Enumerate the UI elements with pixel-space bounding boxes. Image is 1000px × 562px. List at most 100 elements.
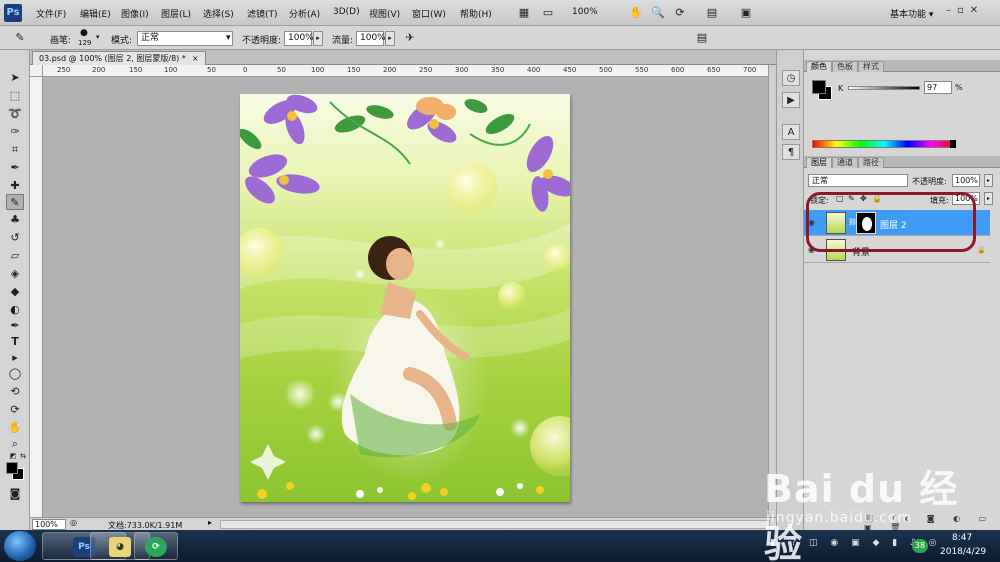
paragraph-panel-icon[interactable]: ¶ [782, 144, 800, 160]
artwork-illustration [240, 94, 570, 500]
layer-lock-icon: 🔒 [977, 246, 986, 254]
color-spectrum-bar[interactable] [812, 140, 956, 148]
type-tool-icon[interactable]: T [6, 334, 24, 350]
horizontal-scrollbar[interactable] [220, 520, 770, 529]
brush-dropdown-icon[interactable]: ▾ [96, 33, 100, 41]
menu-edit[interactable]: 编辑(E) [80, 7, 111, 20]
3d-rotate-tool-icon[interactable]: ⟲ [6, 384, 24, 400]
menu-view[interactable]: 视图(V) [369, 7, 400, 20]
move-tool-icon[interactable]: ➤ [6, 70, 24, 86]
tab-channels[interactable]: 通道 [832, 157, 858, 168]
menu-analysis[interactable]: 分析(A) [289, 7, 320, 20]
vertical-ruler[interactable] [30, 77, 43, 517]
menu-window[interactable]: 窗口(W) [412, 7, 446, 20]
opacity-slider-arrow-icon[interactable]: ▸ [984, 174, 993, 187]
menu-help[interactable]: 帮助(H) [460, 7, 492, 20]
foreground-color-swatch[interactable] [6, 462, 18, 474]
view-extras-icon[interactable]: ▭ [540, 5, 556, 21]
eraser-tool-icon[interactable]: ▱ [6, 248, 24, 264]
path-selection-tool-icon[interactable]: ▸ [6, 350, 24, 366]
menu-image[interactable]: 图像(I) [121, 7, 149, 20]
menu-layer[interactable]: 图层(L) [161, 7, 191, 20]
dodge-tool-icon[interactable]: ◐ [6, 302, 24, 318]
brush-tool-icon[interactable]: ✎ [6, 194, 24, 210]
zoom-tool-icon[interactable]: 🔍 [650, 5, 666, 21]
close-icon[interactable]: × [192, 54, 199, 63]
brush-panel-icon[interactable]: ▤ [694, 30, 710, 46]
status-info-icon[interactable]: ◎ [70, 518, 77, 527]
workspace-switcher[interactable]: 基本功能 ▾ [890, 7, 933, 20]
menu-filter[interactable]: 滤镜(T) [247, 7, 278, 20]
zoom-level-select[interactable]: 100% [572, 7, 598, 17]
pen-tool-icon[interactable]: ✒ [6, 318, 24, 334]
spectrum-black-swatch[interactable] [950, 140, 956, 148]
color-panel-foreground-swatch[interactable] [812, 80, 826, 94]
healing-brush-tool-icon[interactable]: ✚ [6, 178, 24, 194]
ruler-label: 300 [455, 66, 469, 74]
marquee-tool-icon[interactable]: ⬚ [6, 88, 24, 104]
browser-icon: ⟳ [145, 537, 167, 557]
opacity-input[interactable]: 100% [284, 31, 314, 46]
clone-stamp-tool-icon[interactable]: ♣ [6, 212, 24, 228]
k-channel-input[interactable]: 97 [924, 81, 952, 94]
status-zoom-input[interactable]: 100% [32, 519, 66, 530]
menu-3d[interactable]: 3D(D) [333, 7, 360, 17]
tray-badge[interactable]: 38 [912, 539, 928, 553]
window-controls[interactable]: –▫✕ [946, 5, 984, 16]
mode-dropdown-icon[interactable]: ▾ [226, 33, 231, 43]
eyedropper-tool-icon[interactable]: ✒ [6, 160, 24, 176]
lasso-tool-icon[interactable]: ➰ [6, 106, 24, 122]
document-tab[interactable]: 03.psd @ 100% (图层 2, 图层蒙版/8) * × [32, 51, 206, 65]
rotate-view-icon[interactable]: ⟳ [672, 5, 688, 21]
opacity-arrow-icon[interactable]: ▸ [313, 31, 323, 46]
crop-tool-icon[interactable]: ⌗ [6, 142, 24, 158]
hand-tool-icon[interactable]: ✋ [6, 420, 24, 436]
ruler-label: 50 [277, 66, 286, 74]
tab-styles[interactable]: 样式 [858, 61, 884, 72]
blur-tool-icon[interactable]: ◆ [6, 284, 24, 300]
k-channel-slider[interactable] [848, 86, 920, 90]
quick-mask-icon[interactable]: ◙ [6, 486, 24, 502]
tab-color[interactable]: 颜色 [806, 61, 832, 72]
flow-arrow-icon[interactable]: ▸ [385, 31, 395, 46]
brush-dot-icon[interactable]: ● [80, 28, 88, 38]
actions-panel-icon[interactable]: ▶ [782, 92, 800, 108]
bridge-icon[interactable]: ▦ [516, 5, 532, 21]
fill-slider-arrow-icon[interactable]: ▸ [984, 192, 993, 205]
clock-time[interactable]: 8:47 [952, 533, 972, 543]
history-panel-icon[interactable]: ◷ [782, 70, 800, 86]
tab-swatches[interactable]: 色板 [832, 61, 858, 72]
vertical-scrollbar[interactable] [768, 65, 776, 517]
taskbar-browser[interactable]: ⟳ [134, 532, 178, 560]
tab-layers[interactable]: 图层 [806, 157, 832, 168]
mode-select[interactable]: 正常 [137, 31, 233, 46]
layer-opacity-input[interactable]: 100% [952, 174, 980, 187]
3d-orbit-tool-icon[interactable]: ⟳ [6, 402, 24, 418]
tab-paths[interactable]: 路径 [858, 157, 884, 168]
horizontal-ruler[interactable]: 250 200 150 100 50 0 50 100 150 200 250 … [43, 65, 768, 77]
arrange-documents-icon[interactable]: ▤ [704, 5, 720, 21]
history-brush-tool-icon[interactable]: ↺ [6, 230, 24, 246]
flow-input[interactable]: 100% [356, 31, 386, 46]
menu-file[interactable]: 文件(F) [36, 7, 66, 20]
ruler-origin[interactable] [30, 65, 43, 77]
quick-selection-tool-icon[interactable]: ✑ [6, 124, 24, 140]
menu-select[interactable]: 选择(S) [203, 7, 234, 20]
ruler-label: 200 [92, 66, 106, 74]
brush-preset-icon[interactable]: ✎ [12, 30, 28, 46]
clock-date[interactable]: 2018/4/29 [940, 547, 986, 557]
status-arrow-icon[interactable]: ▸ [208, 518, 212, 527]
airbrush-icon[interactable]: ✈ [402, 30, 418, 46]
start-button[interactable] [4, 531, 36, 561]
document-tab-bar: 03.psd @ 100% (图层 2, 图层蒙版/8) * × [30, 50, 776, 65]
tools-panel: ➤ ⬚ ➰ ✑ ⌗ ✒ ✚ ✎ ♣ ↺ ▱ ◈ ◆ ◐ ✒ T ▸ ◯ ⟲ ⟳ … [0, 50, 30, 530]
photoshop-logo-icon: Ps [4, 4, 22, 22]
document-canvas[interactable] [240, 94, 570, 502]
paint-bucket-tool-icon[interactable]: ◈ [6, 266, 24, 282]
blend-mode-select[interactable]: 正常 [808, 174, 908, 187]
hand-tool-icon[interactable]: ✋ [628, 5, 644, 21]
shape-tool-icon[interactable]: ◯ [6, 366, 24, 382]
screen-mode-icon[interactable]: ▣ [738, 5, 754, 21]
layer-opacity-label: 不透明度: [912, 177, 947, 186]
character-panel-icon[interactable]: A [782, 124, 800, 140]
